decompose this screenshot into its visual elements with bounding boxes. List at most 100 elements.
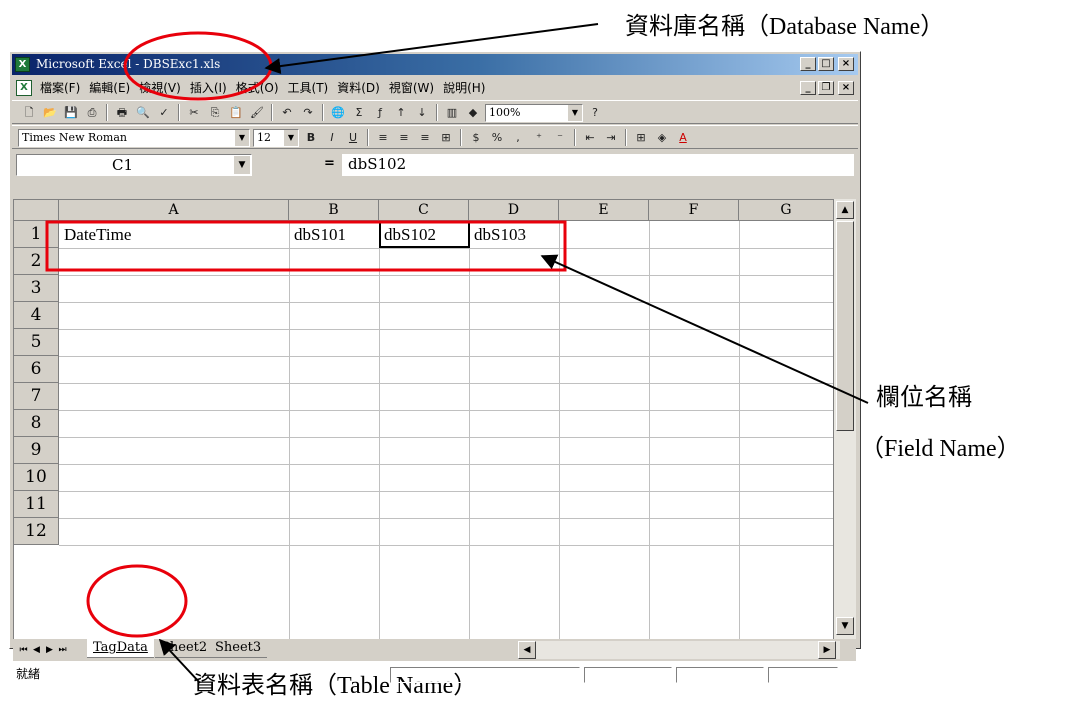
scroll-up-icon[interactable]: ▲ [836,201,854,219]
formula-equals-button[interactable]: = [324,156,335,171]
align-right-icon[interactable]: ≡ [416,129,434,146]
column-header-e[interactable]: E [559,200,649,221]
row-header-1[interactable]: 1 [14,221,59,248]
undo-icon[interactable]: ↶ [278,104,296,121]
column-header-f[interactable]: F [649,200,739,221]
menu-edit[interactable]: 編輯(E) [89,78,130,98]
function-icon[interactable]: ƒ [371,104,389,121]
font-color-icon[interactable]: A [674,129,692,146]
column-header-d[interactable]: D [469,200,559,221]
menu-view[interactable]: 檢視(V) [139,78,181,98]
format-painter-icon[interactable]: 🖌 [248,104,266,121]
row-header-12[interactable]: 12 [14,518,59,545]
fill-color-icon[interactable]: ◈ [653,129,671,146]
prev-sheet-icon[interactable]: ◀ [30,642,43,658]
chevron-down-icon[interactable]: ▼ [234,156,250,174]
redo-icon[interactable]: ↷ [299,104,317,121]
chevron-down-icon[interactable]: ▼ [283,130,298,146]
currency-icon[interactable]: $ [467,129,485,146]
title-bar[interactable]: X Microsoft Excel - DBSExc1.xls _ □ × [12,54,858,75]
print-icon[interactable]: 🖶 [113,104,131,121]
decrease-indent-icon[interactable]: ⇤ [581,129,599,146]
increase-indent-icon[interactable]: ⇥ [602,129,620,146]
menu-format[interactable]: 格式(O) [236,78,279,98]
row-header-9[interactable]: 9 [14,437,59,464]
hyperlink-icon[interactable]: 🌐 [329,104,347,121]
chart-wizard-icon[interactable]: ▥ [443,104,461,121]
next-sheet-icon[interactable]: ▶ [43,642,56,658]
menu-tools[interactable]: 工具(T) [288,78,329,98]
cell-c1[interactable]: dbS102 [379,221,470,248]
scroll-right-icon[interactable]: ▶ [818,641,836,659]
menu-insert[interactable]: 插入(I) [190,78,227,98]
bold-icon[interactable]: B [302,129,320,146]
align-center-icon[interactable]: ≡ [395,129,413,146]
paste-icon[interactable]: 📋 [227,104,245,121]
column-header-g[interactable]: G [739,200,834,221]
zoom-select[interactable]: 100% ▼ [485,104,583,122]
cell-a1[interactable]: DateTime [59,221,289,248]
underline-icon[interactable]: U [344,129,362,146]
column-header-c[interactable]: C [379,200,469,221]
sort-descending-icon[interactable]: ↓ [413,104,431,121]
row-header-3[interactable]: 3 [14,275,59,302]
scroll-down-icon[interactable]: ▼ [836,617,854,635]
doc-minimize-button[interactable]: _ [800,81,816,95]
minimize-button[interactable]: _ [800,57,816,71]
name-box[interactable]: C1 ▼ [16,154,252,176]
row-header-6[interactable]: 6 [14,356,59,383]
menu-data[interactable]: 資料(D) [337,78,380,98]
doc-close-button[interactable]: × [838,81,854,95]
vertical-scrollbar[interactable]: ▲ ▼ [833,199,856,639]
drawing-icon[interactable]: ◆ [464,104,482,121]
help-icon[interactable]: ? [586,104,604,121]
horizontal-scrollbar[interactable]: ◀ ▶ [518,641,840,659]
scroll-left-icon[interactable]: ◀ [518,641,536,659]
close-button[interactable]: × [838,57,854,71]
column-header-a[interactable]: A [59,200,289,221]
doc-restore-button[interactable]: ❐ [818,81,834,95]
chevron-down-icon[interactable]: ▼ [234,130,249,146]
maximize-button[interactable]: □ [818,57,834,71]
row-header-2[interactable]: 2 [14,248,59,275]
cell-d1[interactable]: dbS103 [469,221,559,248]
row-header-4[interactable]: 4 [14,302,59,329]
font-name-select[interactable]: Times New Roman ▼ [18,129,250,147]
row-header-11[interactable]: 11 [14,491,59,518]
workbook-icon[interactable]: X [16,80,32,96]
open-icon[interactable]: 📂 [41,104,59,121]
worksheet-grid[interactable]: A B C D E F G 1 2 3 4 5 6 7 8 9 10 11 12 [13,199,834,640]
increase-decimal-icon[interactable]: ⁺ [530,129,548,146]
align-left-icon[interactable]: ≡ [374,129,392,146]
sheet-tab-tagdata[interactable]: TagData [87,639,154,658]
sort-ascending-icon[interactable]: ↑ [392,104,410,121]
row-header-8[interactable]: 8 [14,410,59,437]
sheet-tab-sheet2[interactable]: Sheet2 [155,639,214,658]
autosum-icon[interactable]: Σ [350,104,368,121]
first-sheet-icon[interactable]: ⏮ [17,642,30,658]
percent-icon[interactable]: % [488,129,506,146]
borders-icon[interactable]: ⊞ [632,129,650,146]
decrease-decimal-icon[interactable]: ⁻ [551,129,569,146]
font-size-select[interactable]: 12 ▼ [253,129,299,147]
new-icon[interactable]: 🗋 [20,104,38,121]
menu-file[interactable]: 檔案(F) [40,78,80,98]
sheet-tab-sheet3[interactable]: Sheet3 [209,639,268,658]
save-icon[interactable]: 💾 [62,104,80,121]
italic-icon[interactable]: I [323,129,341,146]
share-icon[interactable]: ⎙ [83,104,101,121]
merge-center-icon[interactable]: ⊞ [437,129,455,146]
chevron-down-icon[interactable]: ▼ [567,105,582,121]
cut-icon[interactable]: ✂ [185,104,203,121]
spelling-icon[interactable]: ✓ [155,104,173,121]
formula-input[interactable]: dbS102 [342,154,854,176]
menu-window[interactable]: 視窗(W) [389,78,434,98]
menu-help[interactable]: 說明(H) [443,78,485,98]
scroll-thumb[interactable] [836,221,854,431]
excel-app-icon[interactable]: X [15,57,30,72]
column-header-b[interactable]: B [289,200,379,221]
copy-icon[interactable]: ⎘ [206,104,224,121]
row-header-10[interactable]: 10 [14,464,59,491]
cell-b1[interactable]: dbS101 [289,221,379,248]
last-sheet-icon[interactable]: ⏭ [56,642,69,658]
